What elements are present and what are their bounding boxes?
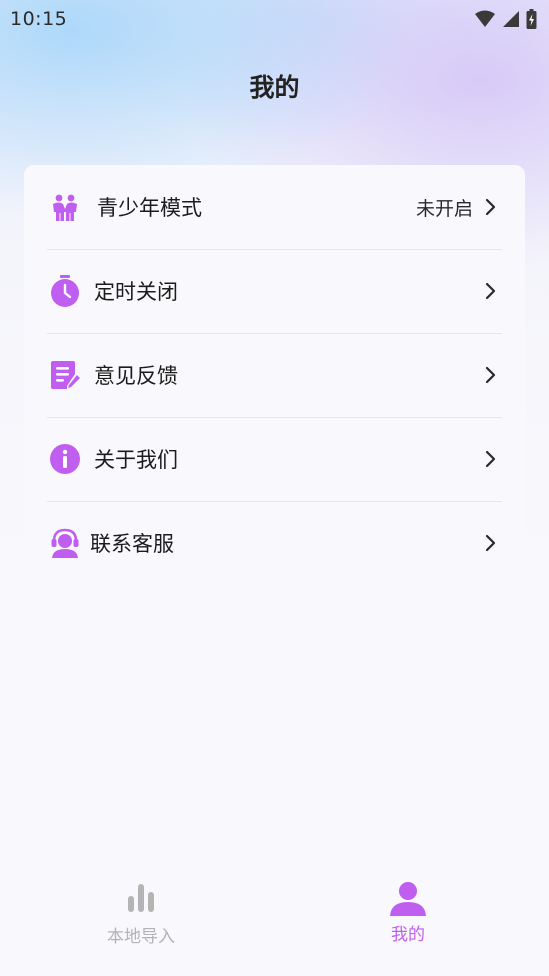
chevron-right-icon: [485, 534, 496, 552]
menu-item-label: 联系客服: [90, 532, 174, 556]
menu-item-label: 定时关闭: [94, 280, 178, 304]
menu-item-label: 青少年模式: [97, 196, 202, 220]
menu-item-timer-off[interactable]: 定时关闭: [24, 249, 525, 333]
status-icons: [474, 9, 537, 29]
chevron-right-icon: [485, 282, 496, 300]
feedback-icon: [48, 358, 82, 392]
person-icon: [390, 882, 426, 916]
menu-item-label: 意见反馈: [94, 364, 178, 388]
timer-icon: [48, 274, 82, 308]
chevron-right-icon: [485, 198, 496, 216]
status-bar: 10:15: [0, 0, 549, 38]
wifi-icon: [475, 10, 495, 27]
signal-icon: [503, 11, 519, 27]
tab-mine[interactable]: 我的: [338, 880, 478, 945]
tab-label: 我的: [391, 925, 425, 945]
bar-chart-icon: [128, 884, 154, 912]
menu-item-about-us[interactable]: 关于我们: [24, 417, 525, 501]
page-title: 我的: [249, 73, 300, 102]
chevron-right-icon: [485, 450, 496, 468]
bottom-tab-bar: 本地导入 我的: [0, 870, 549, 976]
customer-service-icon: [48, 526, 82, 560]
info-icon: [48, 442, 82, 476]
menu-item-teen-mode[interactable]: 青少年模式 未开启: [24, 165, 525, 249]
tab-label: 本地导入: [107, 927, 175, 947]
battery-icon: [526, 9, 537, 29]
teen-mode-status: 未开启: [415, 197, 473, 220]
menu-item-label: 关于我们: [94, 448, 178, 472]
menu-item-feedback[interactable]: 意见反馈: [24, 333, 525, 417]
status-time: 10:15: [10, 8, 68, 30]
chevron-right-icon: [485, 366, 496, 384]
tab-local-import[interactable]: 本地导入: [71, 880, 211, 947]
settings-card: 青少年模式 未开启 定时关闭 意见反馈 关于我们 联系客服: [24, 165, 525, 595]
menu-item-customer-service[interactable]: 联系客服: [24, 501, 525, 585]
teen-mode-icon: [48, 190, 82, 224]
